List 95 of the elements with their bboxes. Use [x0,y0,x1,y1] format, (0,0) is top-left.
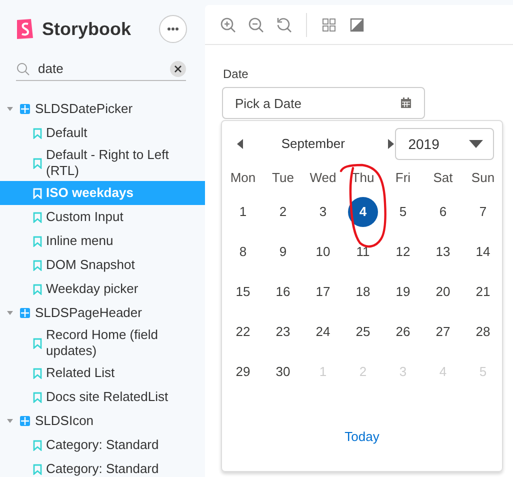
year-select[interactable]: 2019 [395,128,494,160]
calendar-day[interactable]: 18 [348,277,378,307]
reset-icon [276,16,292,32]
weekday-label: Fri [394,169,412,187]
calendar-day[interactable]: 27 [428,317,458,347]
bookmark-icon [33,236,42,246]
weekday-label: Wed [308,169,338,187]
calendar-day[interactable]: 12 [388,237,418,267]
weekday-label: Thu [350,169,376,187]
calendar-day[interactable]: 9 [268,237,298,267]
bookmark-icon [33,212,42,222]
bookmark-icon [33,368,42,378]
logo-icon [16,19,34,39]
bookmark-icon [33,464,42,474]
calendar-day[interactable]: 23 [268,317,298,347]
bookmark-icon [33,128,42,138]
grid-icon [321,16,337,32]
calendar-day[interactable]: 20 [428,277,458,307]
weekday-label: Mon [229,169,257,187]
bookmark-icon [33,392,42,402]
component-grid-icon [19,307,31,319]
story-item[interactable]: Docs site RelatedList [0,385,205,409]
brand-name: Storybook [42,18,132,41]
weekday-label: Sat [432,169,454,187]
bookmark-icon [33,158,42,168]
today-link[interactable]: Today [222,427,502,446]
calendar-day[interactable]: 19 [388,277,418,307]
calendar-day[interactable]: 25 [348,317,378,347]
calendar-day[interactable]: 29 [228,357,258,387]
left-triangle-icon [236,139,244,149]
zoom-out-button[interactable] [248,16,264,32]
close-icon [174,64,182,72]
contrast-icon [349,16,365,32]
zoom-in-icon [220,16,236,32]
bookmark-icon [33,440,42,450]
calendar-day[interactable]: 13 [428,237,458,267]
calendar-day[interactable]: 30 [268,357,298,387]
component-grid-icon [19,103,31,115]
calendar-day[interactable]: 11 [348,237,378,267]
calendar-day[interactable]: 26 [388,317,418,347]
calendar-day[interactable]: 6 [428,197,458,227]
search-field[interactable]: date [30,58,150,78]
caret-icon [469,140,483,148]
tree-group-label[interactable]: SLDSIcon [35,411,94,431]
bookmark-icon [33,188,42,198]
ellipsis-icon [167,27,179,31]
right-triangle-icon [387,139,396,149]
zoom-in-button[interactable] [220,16,236,32]
bookmark-icon [33,260,42,270]
story-item[interactable]: Custom Input [0,205,205,229]
next-month-button[interactable] [387,139,396,149]
calendar-day[interactable]: 3 [308,197,338,227]
weekday-label: Sun [470,169,496,187]
bookmark-icon [33,338,42,348]
month-label: September [280,135,346,154]
story-item[interactable]: Default - Right to Left (RTL) [0,145,205,181]
calendar-day[interactable]: 22 [228,317,258,347]
calendar-day[interactable]: 4 [348,197,378,227]
story-item[interactable]: Related List [0,361,205,385]
contrast-button[interactable] [349,16,365,32]
calendar-day[interactable]: 8 [228,237,258,267]
story-item[interactable]: Category: Standard [0,433,205,457]
story-item[interactable]: Inline menu [0,229,205,253]
story-item[interactable]: Record Home (field updates) [0,325,205,361]
calendar-day[interactable]: 1 [228,197,258,227]
calendar-day[interactable]: 24 [308,317,338,347]
calendar-icon [400,97,412,109]
more-button[interactable] [159,15,187,43]
calendar-day[interactable]: 7 [468,197,498,227]
component-grid-icon [19,415,31,427]
date-input[interactable]: Pick a Date [222,87,425,119]
weekday-label: Tue [271,169,295,187]
calendar-day[interactable]: 16 [268,277,298,307]
calendar-day[interactable]: 21 [468,277,498,307]
calendar-day[interactable]: 28 [468,317,498,347]
field-label: Date [223,66,250,83]
grid-button[interactable] [321,16,337,32]
calendar-day[interactable]: 10 [308,237,338,267]
bookmark-icon [33,284,42,294]
tree-group-label[interactable]: SLDSDatePicker [35,99,133,119]
previous-month-button[interactable] [236,139,244,149]
reset-button[interactable] [276,16,292,32]
clear-button[interactable] [170,60,186,76]
search-icon [16,62,30,76]
calendar-day[interactable]: 2 [268,197,298,227]
story-item[interactable]: DOM Snapshot [0,253,205,277]
story-item[interactable]: Default [0,121,205,145]
story-item[interactable]: Category: Standard [0,457,205,477]
calendar-day[interactable]: 17 [308,277,338,307]
tree-group-label[interactable]: SLDSPageHeader [35,303,142,323]
calendar-day[interactable]: 14 [468,237,498,267]
story-item[interactable]: Weekday picker [0,277,205,301]
calendar-day[interactable]: 5 [388,197,418,227]
calendar-day[interactable]: 15 [228,277,258,307]
zoom-out-icon [248,16,264,32]
